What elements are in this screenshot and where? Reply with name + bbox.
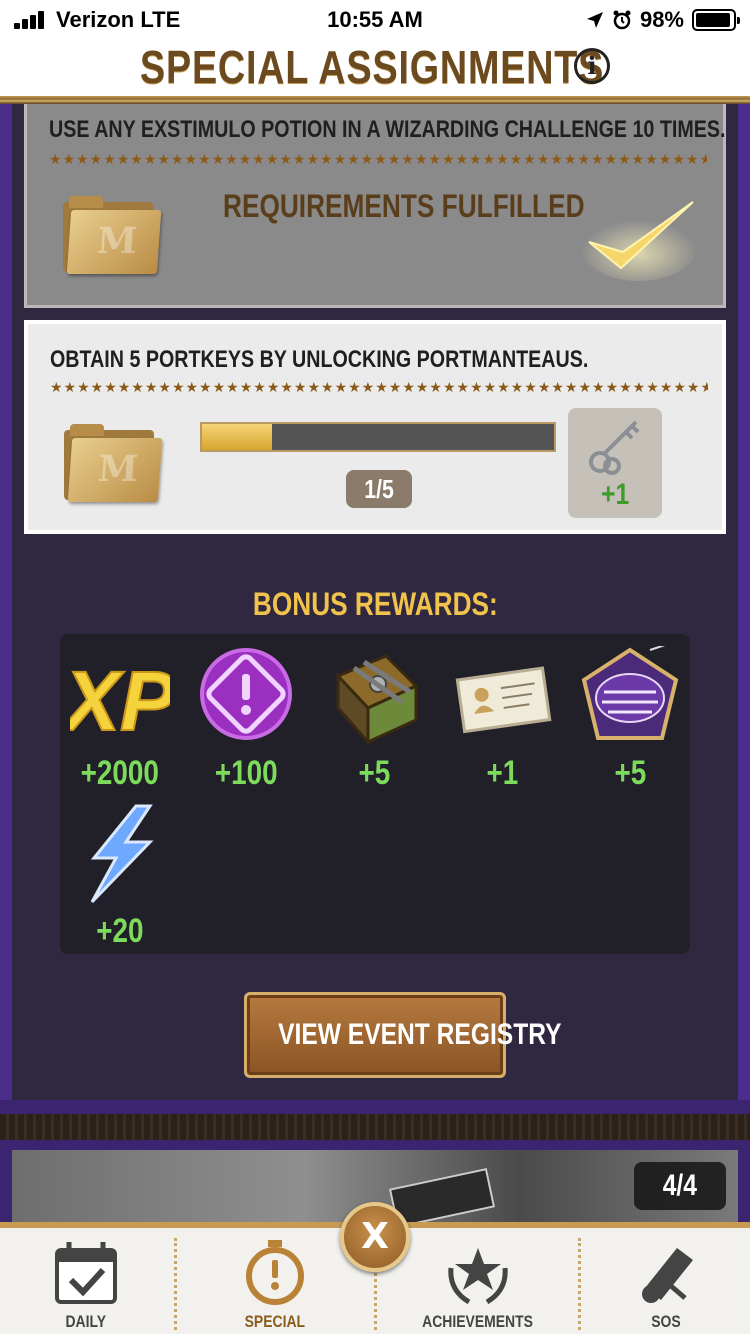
card-divider [0, 1114, 750, 1140]
tab-separator [174, 1238, 177, 1330]
battery-percent: 98% [639, 7, 684, 32]
reward-value: +2000 [80, 754, 160, 792]
task-reward: +1 [568, 408, 662, 518]
progress-bar [200, 422, 556, 452]
task-card-completed: USE ANY EXSTIMULO POTION IN A WIZARDING … [24, 104, 726, 308]
tab-label: SOS [651, 1312, 681, 1331]
reward-xp: XP +2000 [60, 640, 180, 792]
bonus-rewards-grid: XP +2000 +100 +5 [60, 634, 690, 954]
xp-icon: XP [70, 653, 170, 746]
task-card-in-progress: OBTAIN 5 PORTKEYS BY UNLOCKING PORTMANTE… [24, 320, 726, 534]
header-divider [0, 96, 750, 104]
progress-fill [202, 424, 273, 450]
page-title: SPECIAL ASSIGNMENTS [140, 41, 605, 93]
reward-value: +1 [486, 754, 518, 792]
card-icon [455, 666, 552, 734]
folder-icon: M [63, 196, 162, 274]
potion-shop-icon [581, 646, 679, 740]
location-icon [586, 12, 603, 28]
book-icon [335, 654, 419, 746]
svg-text:XP: XP [70, 654, 170, 746]
reward-value: +5 [614, 754, 646, 792]
page-indicator: 4/4 [662, 1169, 698, 1202]
scroll-icon [642, 1248, 693, 1303]
folder-icon: M [64, 424, 163, 502]
battery-icon [692, 9, 740, 31]
task-description: OBTAIN 5 PORTKEYS BY UNLOCKING PORTMANTE… [50, 346, 589, 373]
task-description: USE ANY EXSTIMULO POTION IN A WIZARDING … [49, 116, 726, 143]
tab-separator [578, 1238, 581, 1330]
view-event-registry-button[interactable]: VIEW EVENT REGISTRY [244, 992, 562, 1078]
tab-label: DAILY [65, 1312, 107, 1331]
star-divider: ★★★★★★★★★★★★★★★★★★★★★★★★★★★★★★★★★★★★★★★★… [49, 152, 707, 166]
panel-footer [0, 1100, 750, 1114]
reward-value: +100 [214, 754, 278, 792]
portkey-icon [589, 420, 640, 475]
reward-value: +5 [358, 754, 390, 792]
reward-card: +1 [442, 640, 562, 792]
star-divider: ★★★★★★★★★★★★★★★★★★★★★★★★★★★★★★★★★★★★★★★★… [50, 380, 708, 394]
energy-icon [90, 804, 154, 904]
tab-label: SPECIAL [244, 1312, 306, 1331]
reward-value: +20 [96, 912, 144, 950]
reward-quantity: +1 [600, 478, 630, 511]
checkmark-icon [581, 201, 697, 281]
attention-badge-icon [200, 648, 292, 740]
status-bar: Verizon LTE 10:55 AM 98% [0, 0, 750, 40]
laurel-star-icon [448, 1248, 508, 1305]
tab-daily[interactable]: DAILY [0, 1228, 172, 1334]
close-button[interactable]: X [340, 1202, 410, 1272]
requirements-fulfilled-label: REQUIREMENTS FULFILLED [223, 188, 585, 224]
stopwatch-icon [246, 1240, 304, 1305]
tab-label: ACHIEVEMENTS [422, 1312, 534, 1331]
tab-sos[interactable]: SOS [582, 1228, 750, 1334]
header: SPECIAL ASSIGNMENTS i [0, 40, 750, 100]
reward-badge: +100 [186, 640, 306, 792]
view-event-registry-label: VIEW EVENT REGISTRY [278, 1018, 562, 1051]
reward-potion-shop: +5 [570, 640, 690, 792]
reward-energy: +20 [60, 798, 180, 950]
reward-book: +5 [314, 640, 434, 792]
calendar-check-icon [55, 1242, 117, 1304]
alarm-icon [613, 10, 631, 30]
info-icon[interactable]: i [574, 48, 610, 84]
bonus-rewards-title: BONUS REWARDS: [252, 586, 498, 622]
progress-count: 1/5 [364, 474, 394, 504]
